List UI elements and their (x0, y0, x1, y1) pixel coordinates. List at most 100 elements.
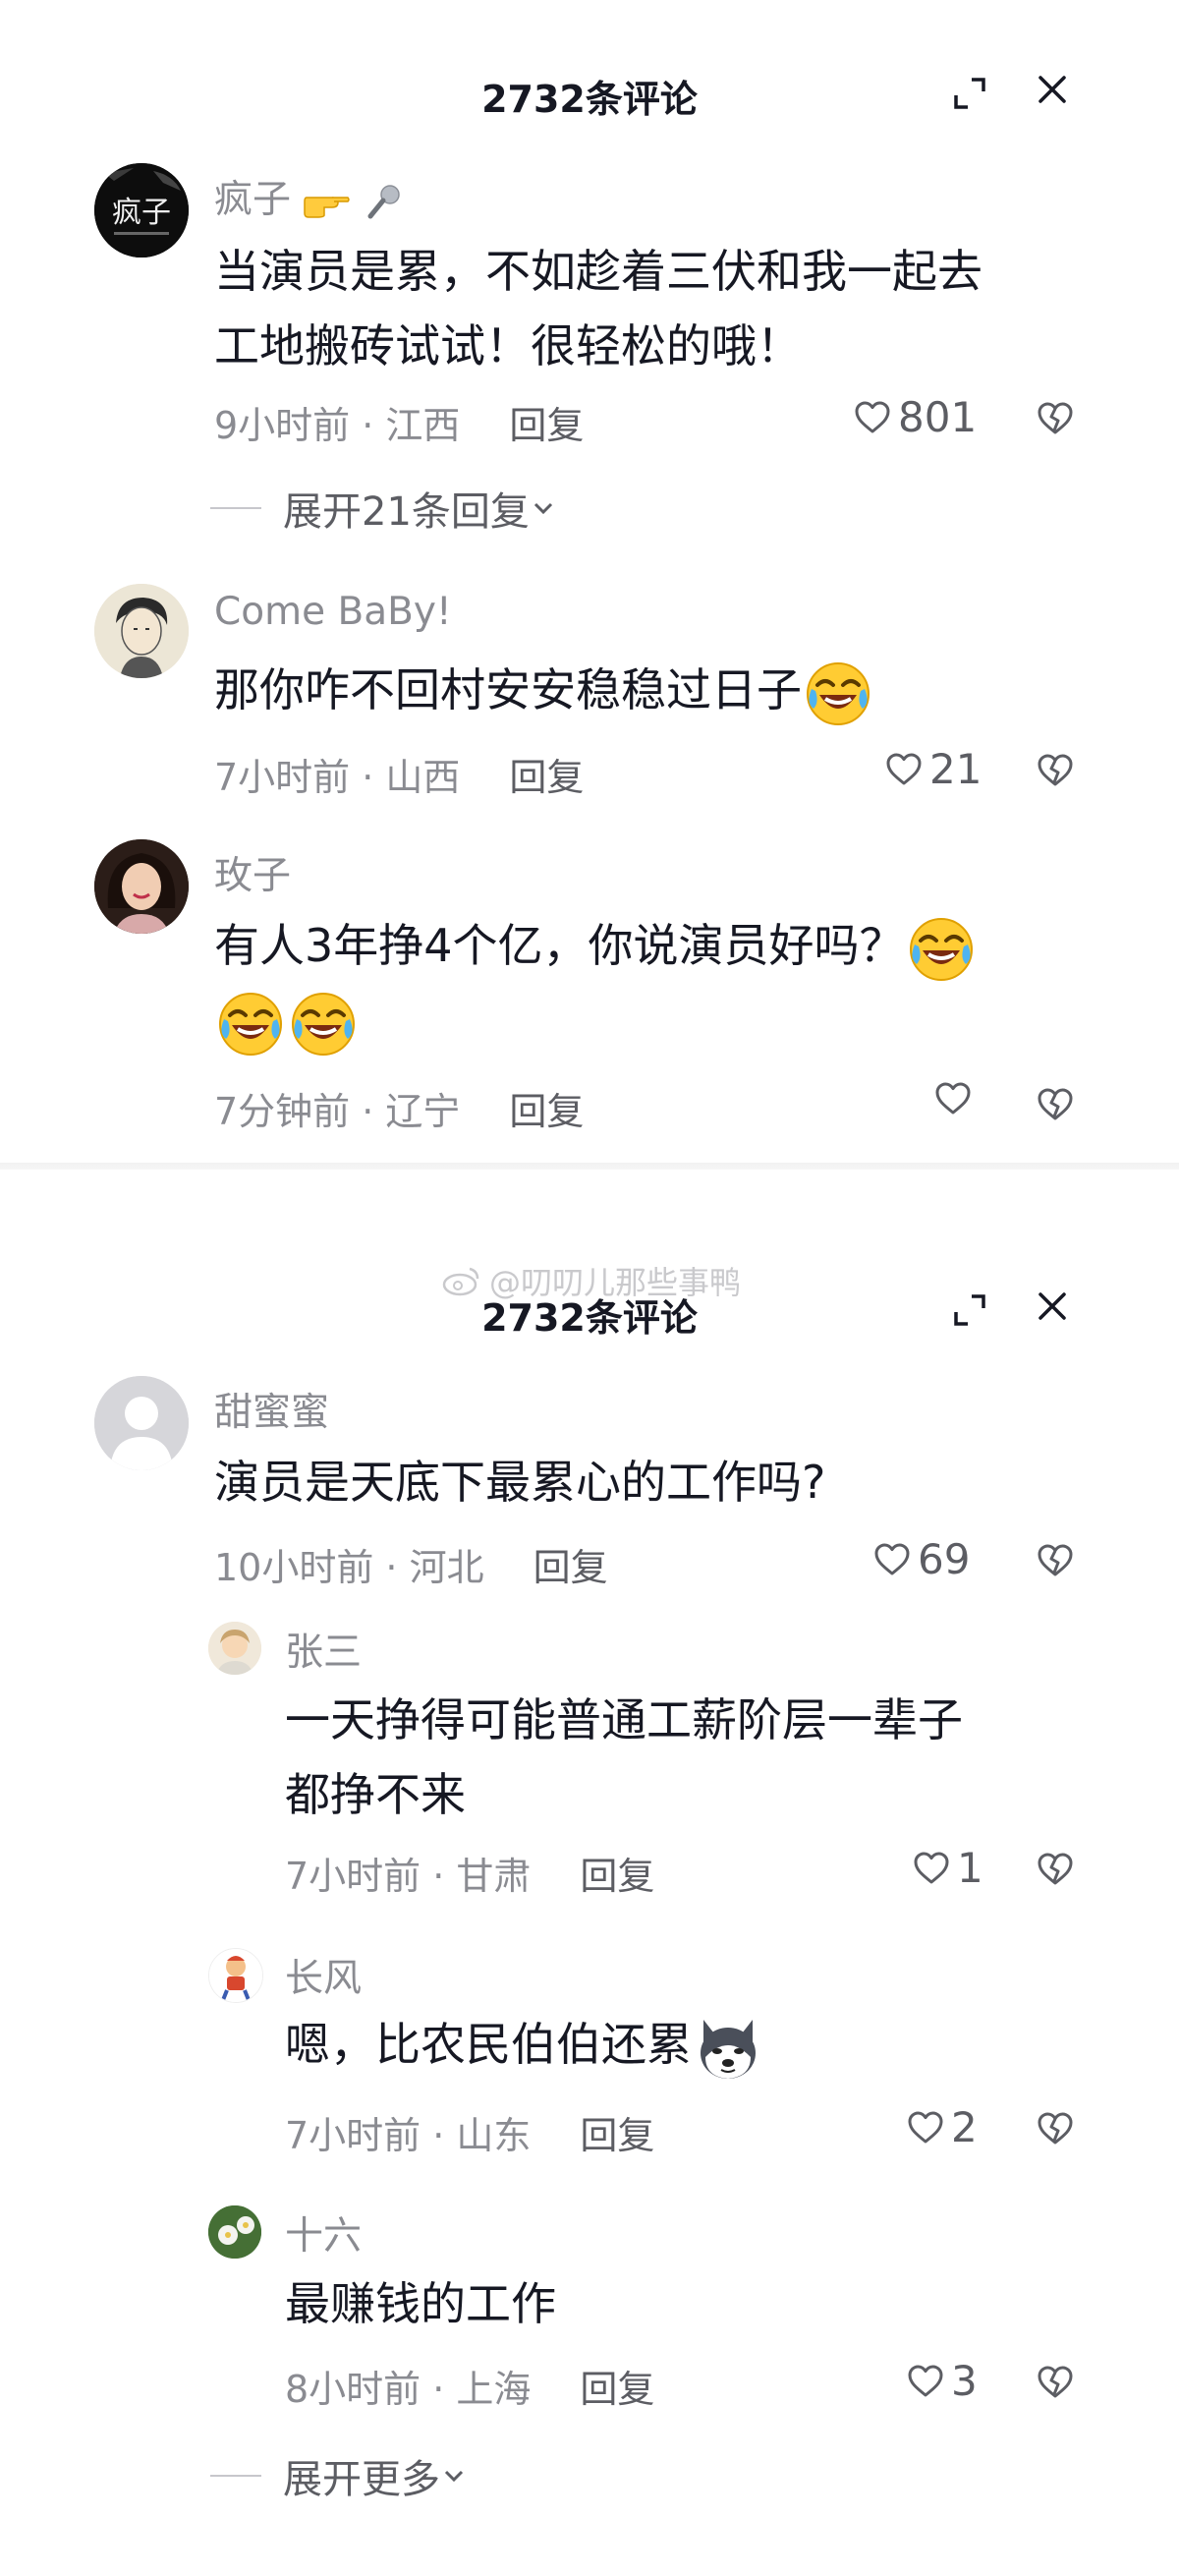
avatar[interactable] (94, 839, 189, 934)
watermark: @叨叨儿那些事鸭 (442, 1258, 741, 1303)
dislike-heart-icon[interactable] (1036, 2363, 1075, 2402)
heart-icon (872, 1540, 912, 1579)
avatar[interactable] (94, 584, 189, 678)
comment-text: 演员是天底下最累心的工作吗? (214, 1456, 826, 1509)
heart-icon (853, 398, 892, 437)
avatar[interactable]: 疯子 (94, 163, 189, 258)
avatar[interactable] (94, 1376, 189, 1470)
comments-count-title: 2732条评论 (481, 78, 698, 121)
like-button[interactable]: 2 (906, 2103, 978, 2151)
reply-text: 一天挣得可能普通工薪阶层一辈子 都挣不来 (285, 1683, 1130, 1832)
reply-username[interactable]: 十六 (285, 2205, 362, 2261)
comment-username[interactable]: 疯子 (214, 169, 404, 224)
expand-icon[interactable] (945, 69, 994, 118)
watermark-text: @叨叨儿那些事鸭 (489, 1264, 742, 1301)
laugh-cry-emoji (289, 990, 358, 1059)
close-icon[interactable] (1028, 1282, 1077, 1331)
like-button[interactable]: 3 (906, 2357, 978, 2405)
like-button[interactable]: 1 (912, 1844, 983, 1892)
avatar[interactable] (208, 2205, 261, 2259)
comment-text-line: 有人3年挣4个亿，你说演员好吗？ (214, 919, 905, 972)
divider-line (210, 2475, 261, 2477)
comment-time-location: 7小时前 · 山西 (214, 756, 461, 799)
dislike-heart-icon[interactable] (1036, 2109, 1075, 2148)
chevron-down-icon (444, 2470, 464, 2483)
reply-button[interactable]: 回复 (509, 395, 584, 449)
comment-time-location: 9小时前 · 江西 (214, 404, 461, 447)
comment-meta: 7分钟前 · 辽宁 回复 (214, 1081, 584, 1135)
expand-replies-button[interactable]: 展开21条回复 (210, 480, 557, 537)
reply-text: 嗯，比农民伯伯还累 (285, 2007, 1130, 2083)
pointing-hand-emoji (303, 178, 364, 222)
reply-time-location: 8小时前 · 上海 (285, 2368, 532, 2411)
heart-icon (884, 750, 924, 789)
like-count: 2 (951, 2103, 978, 2151)
comment-text: 当演员是累，不如趁着三伏和我一起去 工地搬砖试试！很轻松的哦！ (214, 234, 1118, 383)
laugh-cry-emoji (216, 990, 285, 1059)
like-button[interactable]: 69 (872, 1535, 970, 1583)
dislike-heart-icon[interactable] (1036, 1541, 1075, 1580)
reply-text-line: 一天挣得可能普通工薪阶层一辈子 (285, 1693, 963, 1746)
comment-username[interactable]: 甜蜜蜜 (214, 1382, 329, 1437)
reply-button[interactable]: 回复 (509, 747, 584, 801)
comment-username[interactable]: Come BaBy! (214, 590, 452, 634)
avatar[interactable] (208, 1948, 263, 2003)
chevron-down-icon (533, 502, 552, 515)
reply-button[interactable]: 回复 (580, 1846, 654, 1900)
reply-meta: 7小时前 · 山东 回复 (285, 2105, 654, 2159)
expand-more-label: 展开更多 (283, 2457, 440, 2502)
reply-button[interactable]: 回复 (509, 1081, 584, 1135)
like-count: 69 (918, 1535, 971, 1583)
dislike-heart-icon[interactable] (1036, 1085, 1075, 1124)
like-count: 1 (957, 1844, 983, 1892)
heart-icon (933, 1079, 973, 1118)
like-button[interactable]: 801 (853, 393, 977, 441)
reply-meta: 7小时前 · 甘肃 回复 (285, 1846, 654, 1900)
comments-panel-2: 2732条评论 甜蜜蜜 演员是天底下最累心的工作吗? 10小时前 · 河北 回复… (0, 1170, 1179, 2576)
heart-icon (912, 1849, 951, 1888)
reply-text-line: 嗯，比农民伯伯还累 (285, 2018, 692, 2071)
dislike-heart-icon[interactable] (1036, 399, 1075, 438)
reply-button[interactable]: 回复 (533, 1537, 608, 1591)
comment-text: 那你咋不回村安安稳稳过日子 (214, 653, 1138, 728)
avatar[interactable] (208, 1622, 261, 1675)
comment-username[interactable]: 玫子 (214, 845, 291, 900)
laugh-cry-emoji (804, 659, 872, 728)
reply-time-location: 7小时前 · 山东 (285, 2114, 532, 2157)
comment-meta: 9小时前 · 江西 回复 (214, 395, 584, 449)
like-count: 3 (951, 2357, 978, 2405)
comment-time-location: 10小时前 · 河北 (214, 1546, 484, 1589)
reply-text-line: 都挣不来 (285, 1768, 466, 1821)
like-button[interactable] (933, 1079, 979, 1118)
close-icon[interactable] (1028, 65, 1077, 114)
reply-button[interactable]: 回复 (580, 2359, 654, 2413)
comment-time-location: 7分钟前 · 辽宁 (214, 1090, 461, 1133)
comment-meta: 7小时前 · 山西 回复 (214, 747, 584, 801)
comment-text-line: 那你咋不回村安安稳稳过日子 (214, 663, 802, 716)
svg-text:疯子: 疯子 (112, 196, 171, 230)
heart-icon (906, 2362, 945, 2401)
weibo-logo-icon (442, 1267, 479, 1296)
like-button[interactable]: 21 (884, 745, 982, 793)
comment-text: 有人3年挣4个亿，你说演员好吗？ (214, 908, 1138, 1059)
reply-time-location: 7小时前 · 甘肃 (285, 1855, 532, 1898)
like-count: 21 (929, 745, 982, 793)
expand-replies-label: 展开21条回复 (283, 489, 530, 535)
comment-text-line: 工地搬砖试试！很轻松的哦！ (214, 319, 802, 372)
husky-dog-emoji (694, 2014, 762, 2083)
reply-username[interactable]: 长风 (285, 1948, 362, 2003)
comment-text-line: 当演员是累，不如趁着三伏和我一起去 (214, 245, 982, 298)
comments-panel-1: 2732条评论 疯子 疯子 当演员是累，不如趁着三伏和我一起去 工地搬砖试试！很… (0, 0, 1179, 1170)
expand-more-button[interactable]: 展开更多 (210, 2447, 468, 2504)
laugh-cry-emoji (907, 915, 976, 984)
expand-icon[interactable] (945, 1286, 994, 1335)
divider-line (210, 507, 261, 509)
microphone-emoji (365, 178, 404, 222)
dislike-heart-icon[interactable] (1036, 1850, 1075, 1889)
reply-button[interactable]: 回复 (580, 2105, 654, 2159)
like-count: 801 (898, 393, 978, 441)
dislike-heart-icon[interactable] (1036, 751, 1075, 790)
reply-meta: 8小时前 · 上海 回复 (285, 2359, 654, 2413)
heart-icon (906, 2108, 945, 2147)
reply-username[interactable]: 张三 (285, 1622, 362, 1677)
